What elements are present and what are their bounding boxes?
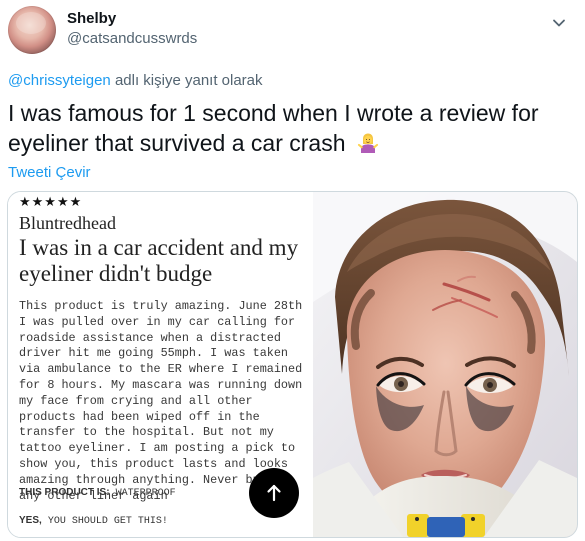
display-name[interactable]: Shelby — [67, 10, 116, 28]
recommendation-line: YES, YOU SHOULD GET THIS! — [19, 515, 168, 528]
review-title: I was in a car accident and my eyeliner … — [19, 235, 299, 286]
product-attribute-label: THIS PRODUCT IS: — [19, 487, 110, 498]
reply-suffix: adlı kişiye yanıt olarak — [110, 72, 263, 89]
recommendation-label: YES, — [19, 515, 42, 526]
review-author: Bluntredhead — [19, 213, 116, 233]
product-attribute-line: THIS PRODUCT IS: WATERPROOF — [19, 487, 176, 500]
media-card[interactable]: ★★★★★ Bluntredhead I was in a car accide… — [7, 191, 578, 538]
rating-stars: ★★★★★ — [19, 195, 83, 210]
reply-context: @chrissyteigen adlı kişiye yanıt olarak — [8, 72, 263, 90]
scroll-top-button[interactable] — [249, 468, 299, 518]
arrow-up-icon — [267, 484, 281, 502]
woman-shrugging-emoji — [356, 131, 380, 155]
avatar[interactable] — [8, 6, 56, 54]
tweet-text: I was famous for 1 second when I wrote a… — [8, 98, 568, 158]
tweet-body: I was famous for 1 second when I wrote a… — [8, 100, 539, 156]
review-screenshot: ★★★★★ Bluntredhead I was in a car accide… — [8, 192, 313, 537]
product-attribute-value: WATERPROOF — [115, 488, 176, 499]
translate-tweet-link[interactable]: Tweeti Çevir — [8, 164, 91, 182]
accident-photo — [313, 192, 577, 537]
tweet-card: Shelby @catsandcusswrds @chrissyteigen a… — [0, 0, 585, 541]
user-handle[interactable]: @catsandcusswrds — [67, 30, 197, 48]
recommendation-value: YOU SHOULD GET THIS! — [47, 516, 168, 527]
reply-mention-link[interactable]: @chrissyteigen — [8, 72, 111, 89]
more-icon[interactable] — [548, 12, 570, 34]
